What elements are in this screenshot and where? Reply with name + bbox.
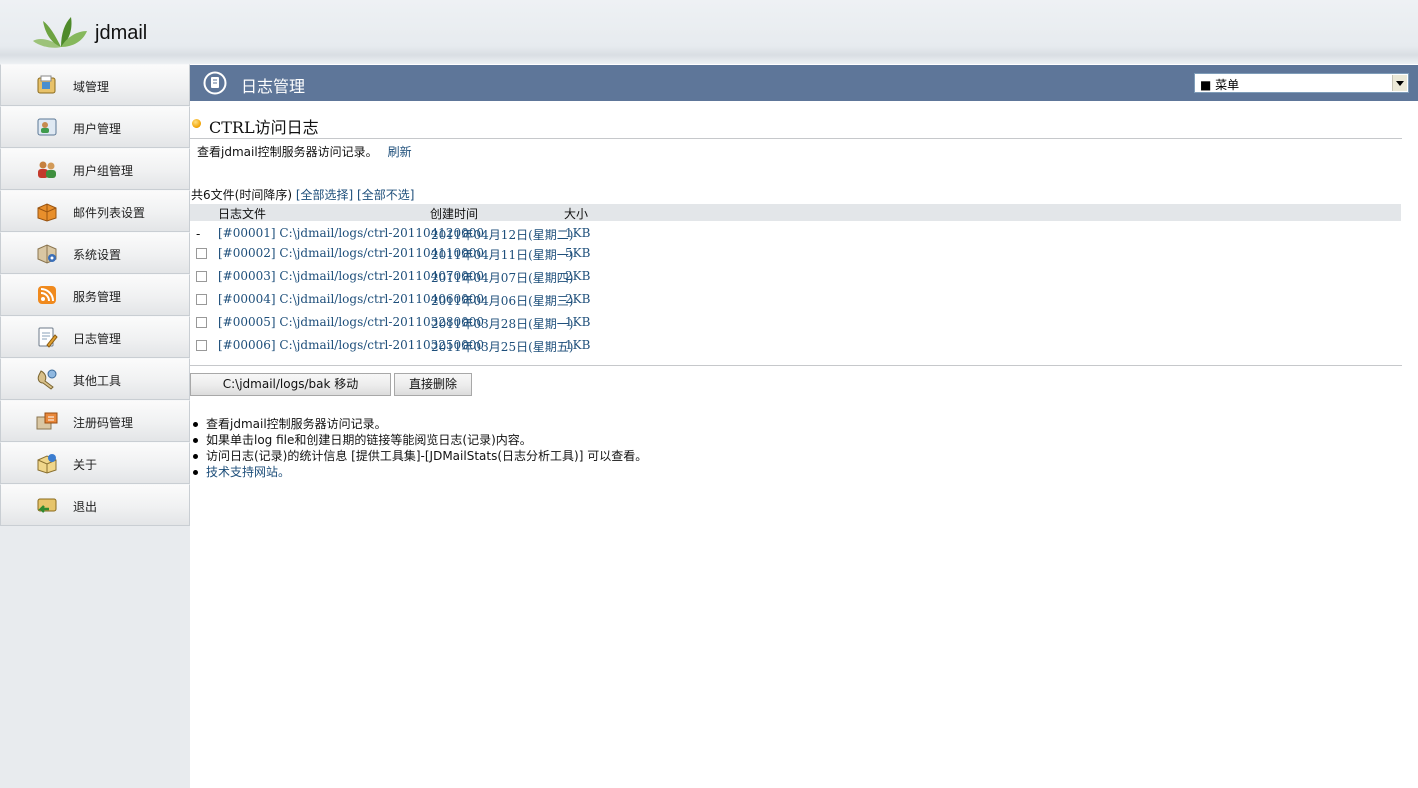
- divider: [190, 138, 1402, 139]
- row-checkbox[interactable]: [196, 340, 207, 351]
- sidebar-item-label: 其他工具: [73, 374, 122, 388]
- deselect-all-link[interactable]: [全部不选]: [357, 188, 414, 202]
- row-checkbox[interactable]: [196, 317, 207, 328]
- column-header-size: 大小: [564, 207, 589, 221]
- sidebar-item-label: 日志管理: [73, 332, 122, 346]
- column-header-file: 日志文件: [218, 207, 267, 221]
- file-count: 共6文件(时间降序): [191, 188, 292, 202]
- table-row: [#00005] C:\jdmail/logs/ctrl-20110328000…: [190, 313, 1401, 333]
- table-header: 日志文件 创建时间 大小: [190, 204, 1401, 221]
- sidebar-item-logout[interactable]: 退出: [0, 484, 190, 526]
- section-bullet-icon: [192, 119, 201, 128]
- description-text: 查看jdmail控制服务器访问记录。: [197, 145, 378, 159]
- created-date-link[interactable]: 2011年03月28日(星期一): [431, 315, 573, 332]
- created-date-link[interactable]: 2011年04月07日(星期四): [431, 269, 573, 286]
- table-row: [#00003] C:\jdmail/logs/ctrl-20110407000…: [190, 267, 1401, 287]
- table-row: [#00004] C:\jdmail/logs/ctrl-20110406000…: [190, 290, 1401, 310]
- sidebar-item-users[interactable]: 用户管理: [0, 106, 190, 148]
- logout-icon: [37, 498, 57, 513]
- table-row: [#00006] C:\jdmail/logs/ctrl-20110325000…: [190, 336, 1401, 356]
- sidebar-item-services[interactable]: 服务管理: [0, 274, 190, 316]
- support-site-link[interactable]: 技术支持网站。: [206, 465, 290, 479]
- list-item: 访问日志(记录)的统计信息 [提供工具集]-[JDMailStats(日志分析工…: [192, 448, 647, 464]
- move-to-backup-button[interactable]: C:\jdmail/logs/bak 移动: [190, 373, 391, 396]
- sidebar-item-about[interactable]: 关于: [0, 442, 190, 484]
- row-marker: -: [196, 227, 201, 241]
- sidebar-item-license[interactable]: 注册码管理: [0, 400, 190, 442]
- file-size: 1KB: [565, 226, 591, 240]
- created-date-link[interactable]: 2011年04月12日(星期二): [431, 226, 573, 243]
- file-size: 5KB: [565, 246, 591, 260]
- log-page-icon: [203, 71, 227, 95]
- sidebar-item-mailing-list[interactable]: 邮件列表设置: [0, 190, 190, 232]
- sidebar-item-label: 域管理: [73, 80, 110, 94]
- refresh-link[interactable]: 刷新: [388, 145, 412, 159]
- log-icon: [38, 327, 58, 348]
- sidebar-item-label: 系统设置: [73, 248, 122, 262]
- mailing-list-icon: [37, 203, 57, 222]
- divider: [190, 365, 1402, 366]
- sidebar-item-domain[interactable]: 域管理: [0, 64, 190, 106]
- license-icon: [36, 412, 58, 430]
- title-bar: 日志管理 ■ 菜单: [190, 65, 1418, 101]
- list-item: 查看jdmail控制服务器访问记录。: [192, 416, 647, 432]
- sidebar: 域管理 用户管理 用户组管理 邮件列表设置 系统设置 服务管理 日志管理 其他工…: [0, 64, 190, 788]
- file-summary: 共6文件(时间降序) [全部选择] [全部不选]: [191, 186, 414, 203]
- domain-icon: [37, 75, 56, 94]
- column-header-created: 创建时间: [430, 207, 479, 221]
- about-icon: [37, 454, 57, 474]
- file-size: 2KB: [565, 292, 591, 306]
- table-row: [#00002] C:\jdmail/logs/ctrl-20110411000…: [190, 244, 1401, 264]
- sidebar-item-other-tools[interactable]: 其他工具: [0, 358, 190, 400]
- section-title: CTRL访问日志: [209, 118, 319, 137]
- row-checkbox[interactable]: [196, 248, 207, 259]
- service-icon: [38, 286, 56, 304]
- sidebar-item-label: 退出: [73, 500, 98, 514]
- sidebar-item-user-groups[interactable]: 用户组管理: [0, 148, 190, 190]
- description: 查看jdmail控制服务器访问记录。 刷新: [197, 143, 412, 160]
- header: jdmail: [0, 0, 1418, 64]
- select-all-link[interactable]: [全部选择]: [296, 188, 353, 202]
- tools-icon: [37, 369, 57, 390]
- row-checkbox[interactable]: [196, 294, 207, 305]
- user-group-icon: [38, 161, 56, 178]
- menu-dropdown-value: ■ 菜单: [1200, 78, 1240, 92]
- list-item: 如果单击log file和创建日期的链接等能阅览日志(记录)内容。: [192, 432, 647, 448]
- system-settings-icon: [37, 244, 57, 264]
- sidebar-item-system-settings[interactable]: 系统设置: [0, 232, 190, 274]
- created-date-link[interactable]: 2011年03月25日(星期五): [431, 338, 573, 355]
- sidebar-item-label: 用户组管理: [73, 164, 134, 178]
- user-icon: [37, 118, 57, 136]
- sidebar-item-label: 用户管理: [73, 122, 122, 136]
- sidebar-item-label: 关于: [73, 458, 98, 472]
- help-notes: 查看jdmail控制服务器访问记录。 如果单击log file和创建日期的链接等…: [192, 416, 647, 480]
- sidebar-item-label: 服务管理: [73, 290, 122, 304]
- created-date-link[interactable]: 2011年04月06日(星期三): [431, 292, 573, 309]
- sidebar-item-label: 注册码管理: [73, 416, 134, 430]
- created-date-link[interactable]: 2011年04月11日(星期一): [431, 246, 573, 263]
- menu-dropdown[interactable]: ■ 菜单: [1194, 73, 1409, 93]
- file-size: 1KB: [565, 315, 591, 329]
- list-item: 技术支持网站。: [192, 464, 647, 480]
- delete-button[interactable]: 直接删除: [394, 373, 472, 396]
- sidebar-item-logs[interactable]: 日志管理: [0, 316, 190, 358]
- chevron-down-icon[interactable]: [1392, 75, 1407, 91]
- page-title: 日志管理: [241, 77, 306, 96]
- table-row: - [#00001] C:\jdmail/logs/ctrl-201104120…: [190, 224, 1401, 244]
- logo-text: jdmail: [95, 22, 148, 44]
- file-size: 2KB: [565, 269, 591, 283]
- logo-leaf-icon: [33, 17, 87, 48]
- row-checkbox[interactable]: [196, 271, 207, 282]
- sidebar-item-label: 邮件列表设置: [73, 206, 146, 220]
- file-size: 1KB: [565, 338, 591, 352]
